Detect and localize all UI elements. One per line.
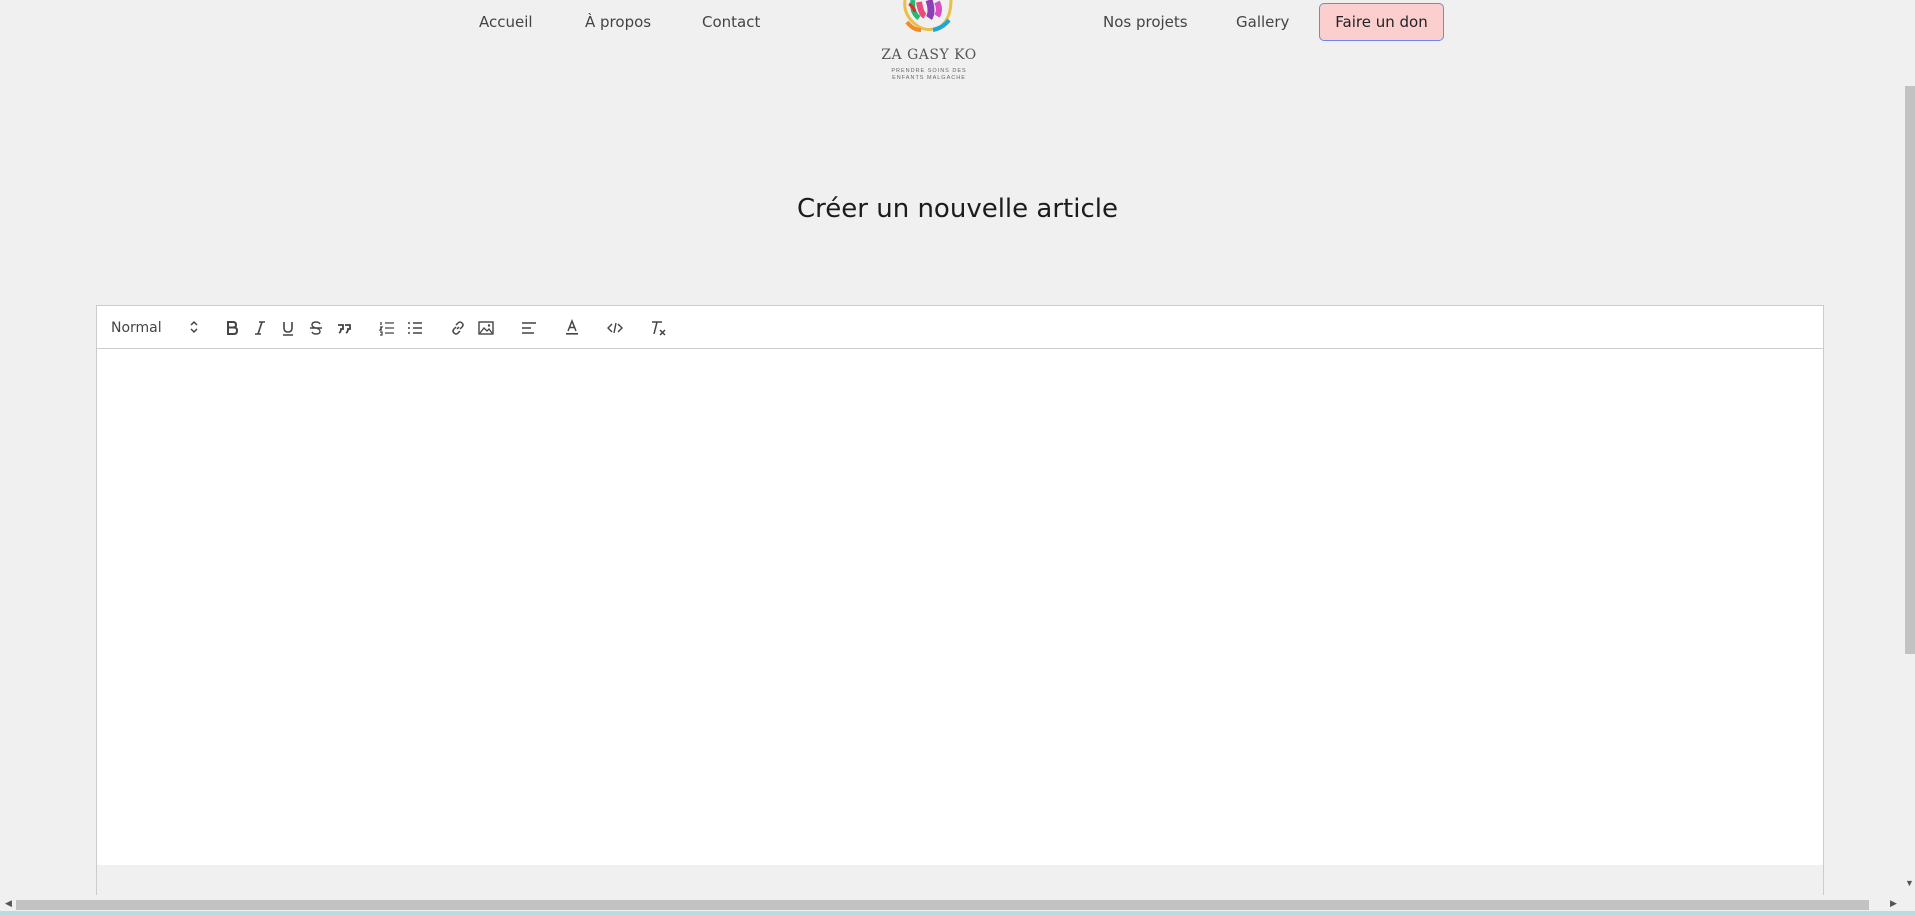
clear-format-icon <box>652 321 666 336</box>
logo-subtitle: PRENDRE SOINS DES ENFANTS MALGACHE <box>880 68 978 82</box>
text-color-icon <box>566 319 578 335</box>
strike-icon <box>310 321 322 335</box>
italic-icon <box>255 321 265 335</box>
site-logo[interactable]: ZA GASY KO PRENDRE SOINS DES ENFANTS MAL… <box>880 0 978 86</box>
underline-button[interactable] <box>277 317 299 339</box>
align-button[interactable] <box>518 317 540 339</box>
nav-link-gallery[interactable]: Gallery <box>1236 13 1289 31</box>
vertical-scrollbar-thumb[interactable] <box>1905 86 1915 654</box>
scroll-right-arrow-icon[interactable]: ▶ <box>1890 898 1897 909</box>
scroll-down-arrow-icon[interactable]: ▼ <box>1905 878 1914 888</box>
underline-icon <box>283 322 293 336</box>
code-button[interactable] <box>604 317 626 339</box>
scroll-left-arrow-icon[interactable]: ◀ <box>5 898 12 909</box>
nav-link-contact[interactable]: Contact <box>702 13 760 31</box>
nav-link-projets[interactable]: Nos projets <box>1103 13 1188 31</box>
header-format-select[interactable]: Normal <box>111 317 199 339</box>
italic-button[interactable] <box>249 317 271 339</box>
editor-content-area[interactable] <box>96 348 1824 870</box>
blockquote-button[interactable] <box>333 317 355 339</box>
ordered-list-button[interactable] <box>376 317 398 339</box>
nav-link-apropos[interactable]: À propos <box>585 13 651 31</box>
logo-subtitle-line2: ENFANTS MALGACHE <box>892 75 966 81</box>
link-button[interactable] <box>447 317 469 339</box>
editor-footer <box>96 865 1824 895</box>
hands-logo-icon <box>903 0 953 32</box>
horizontal-scrollbar-thumb[interactable] <box>16 900 1869 910</box>
link-icon <box>452 321 464 335</box>
bottom-strip <box>0 911 1915 915</box>
code-icon <box>607 322 623 334</box>
bold-icon <box>227 321 239 335</box>
bullet-list-icon <box>408 322 422 334</box>
image-icon <box>478 321 494 335</box>
donate-button[interactable]: Faire un don <box>1319 3 1444 41</box>
strike-button[interactable] <box>305 317 327 339</box>
clear-format-button[interactable] <box>647 317 669 339</box>
rich-text-editor: Normal <box>96 305 1824 895</box>
text-color-button[interactable] <box>561 317 583 339</box>
select-arrows-icon <box>190 320 198 334</box>
logo-title: ZA GASY KO <box>881 47 977 63</box>
editor-toolbar: Normal <box>96 305 1824 349</box>
bullet-list-button[interactable] <box>404 317 426 339</box>
main-nav: Accueil À propos Contact ZA GASY KO PREN… <box>0 0 1896 90</box>
logo-subtitle-line1: PRENDRE SOINS DES <box>891 68 967 74</box>
align-icon <box>522 322 536 334</box>
header-format-value: Normal <box>111 320 162 336</box>
blockquote-icon <box>338 324 351 334</box>
page-title: Créer un nouvelle article <box>797 194 1118 224</box>
nav-link-accueil[interactable]: Accueil <box>479 13 533 31</box>
ordered-list-icon <box>378 322 394 336</box>
bold-button[interactable] <box>221 317 243 339</box>
image-button[interactable] <box>475 317 497 339</box>
